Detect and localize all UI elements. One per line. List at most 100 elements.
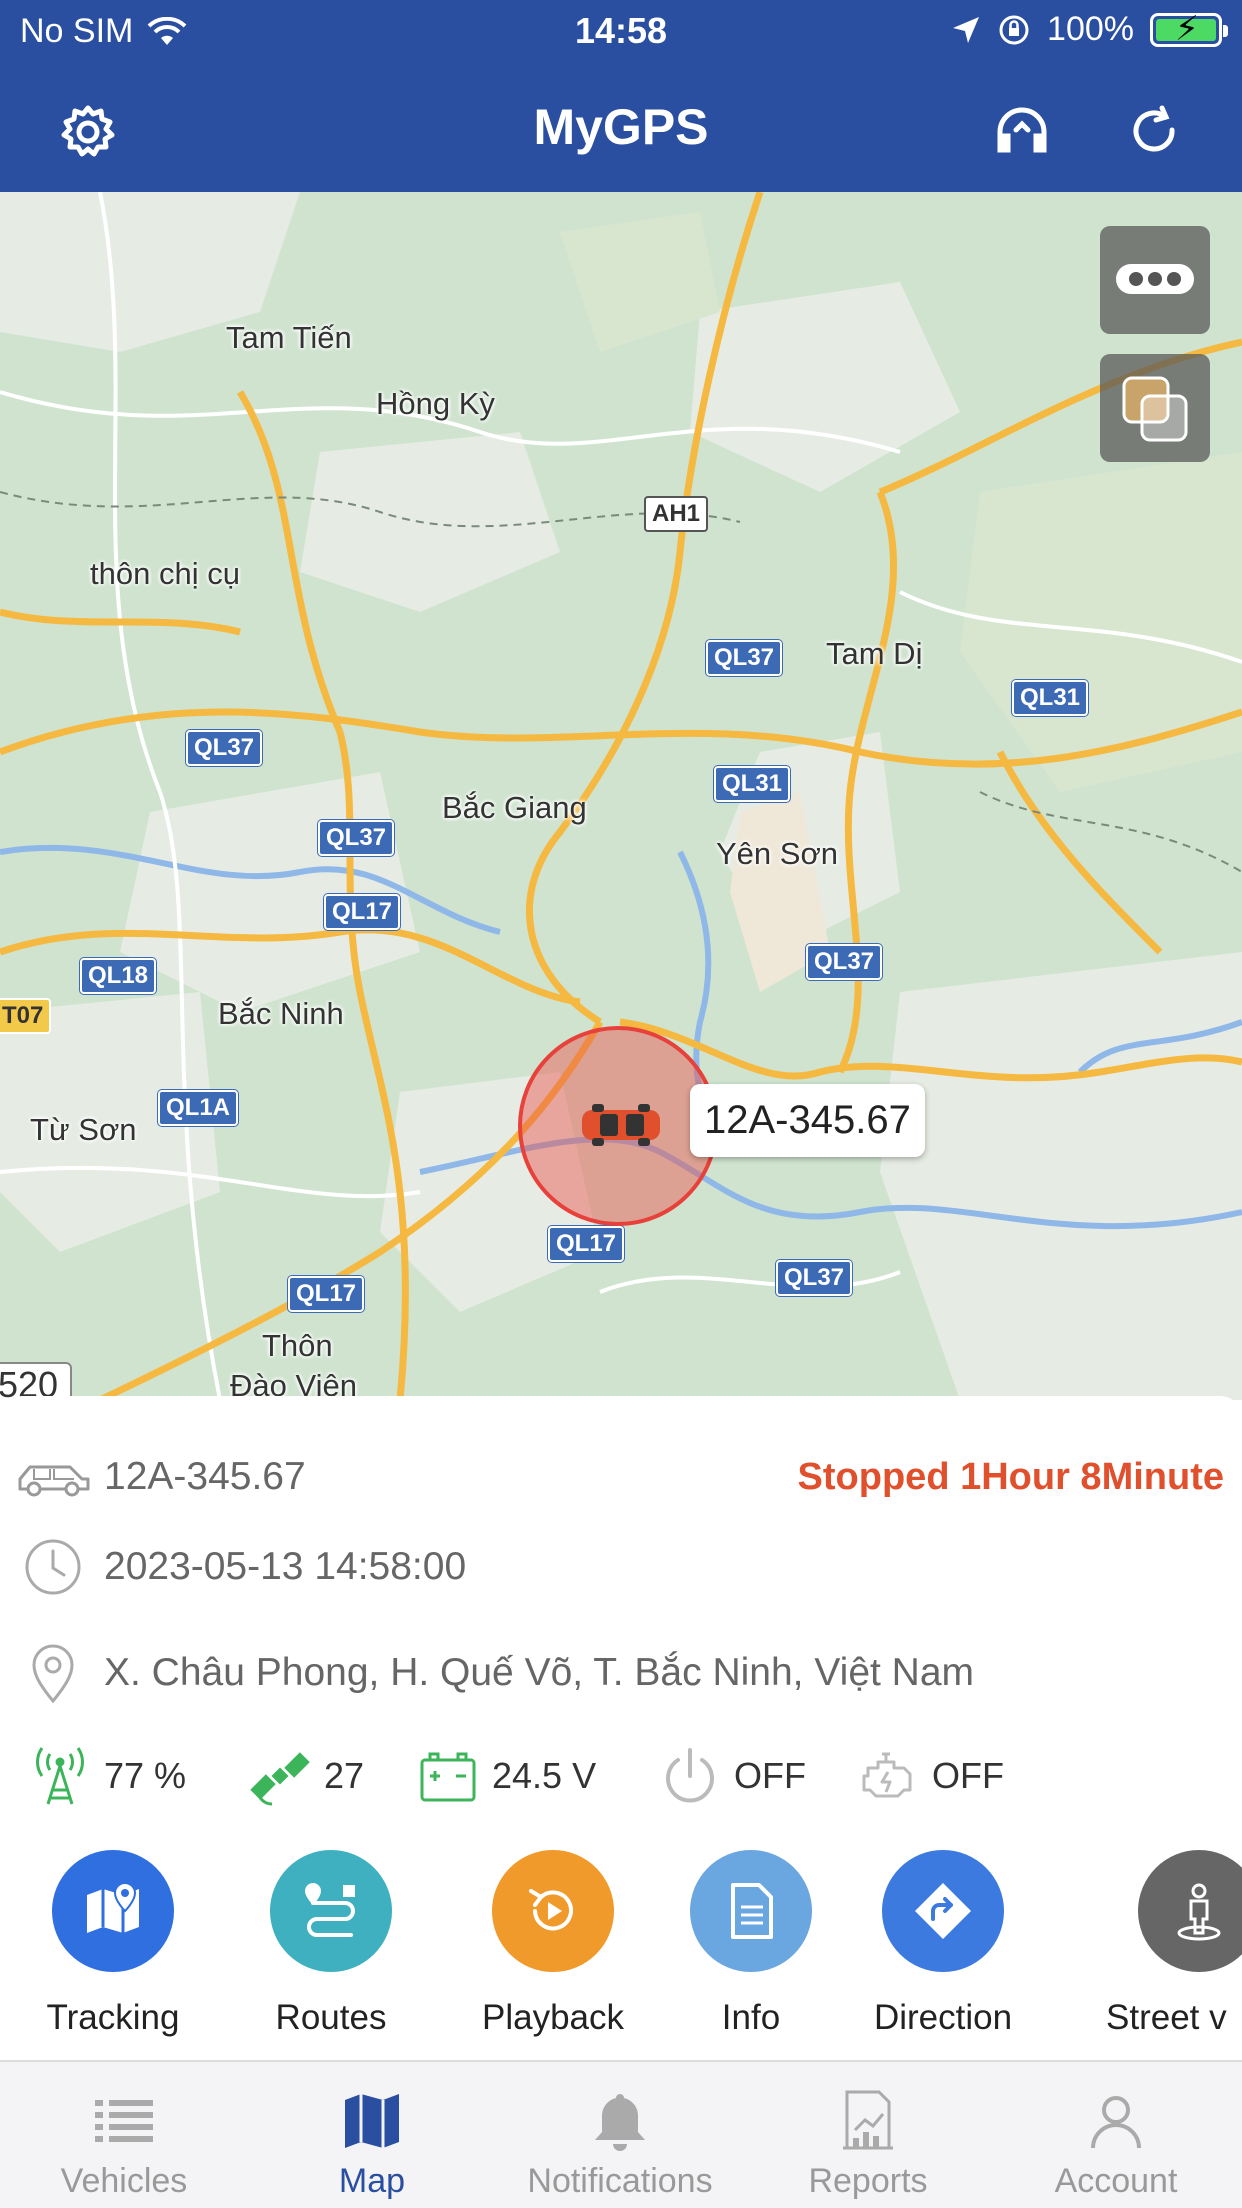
action-circle [492, 1850, 614, 1972]
battery-voltage-icon [420, 1752, 476, 1802]
address-row: X. Châu Phong, H. Quế Võ, T. Bắc Ninh, V… [0, 1638, 1242, 1708]
info-button[interactable]: Info [656, 1850, 846, 2038]
street-view-icon [1177, 1883, 1221, 1941]
action-circle [690, 1850, 812, 1972]
location-arrow-icon [953, 16, 980, 43]
tab-vehicles[interactable]: Vehicles [0, 2062, 248, 2208]
road-shield: QL17 [324, 894, 401, 930]
place-label: Hồng Kỳ [376, 386, 495, 421]
road-shield: AH1 [644, 496, 709, 532]
clock-icon [14, 1535, 92, 1599]
tab-label: Vehicles [60, 2162, 188, 2200]
address-text: X. Châu Phong, H. Quế Võ, T. Bắc Ninh, V… [104, 1651, 975, 1694]
power-status: OFF [734, 1755, 806, 1796]
map-pin-icon [87, 1881, 139, 1933]
battery-percent: 100% [1047, 10, 1134, 48]
tab-notifications[interactable]: Notifications [496, 2062, 744, 2208]
orientation-lock-icon [999, 15, 1029, 44]
plate-text: 12A-345.67 [104, 1455, 306, 1498]
place-label: Bắc Ninh [218, 996, 344, 1031]
action-circle [882, 1850, 1004, 1972]
action-label: Tracking [46, 1998, 180, 2037]
app-header: No SIM 14:58 100% ⚡ MyGPS [0, 0, 1242, 192]
voltage-metric: 24.5 V [418, 1736, 596, 1816]
road-shield: QL37 [706, 640, 783, 676]
action-label: Playback [481, 1998, 625, 2037]
refresh-button[interactable] [1122, 100, 1186, 164]
road-shield: QL31 [1012, 680, 1089, 716]
signal-tower-icon [35, 1747, 85, 1805]
vehicle-status-text: Stopped 1Hour 8Minute [797, 1455, 1224, 1498]
route-icon [305, 1883, 355, 1937]
metrics-row: 77 % 27 24.5 V OFF OFF [0, 1736, 1242, 1816]
map-view[interactable]: Tam Tiến Hồng Kỳ thôn chị cụ Tam Dị Bắc … [0, 192, 1242, 1400]
place-label: Bắc Giang [442, 790, 587, 825]
action-label: Direction [873, 1998, 1013, 2037]
action-circle [270, 1850, 392, 1972]
battery-icon: ⚡ [1150, 12, 1228, 47]
road-shield: QL17 [548, 1226, 625, 1262]
place-label: Từ Sơn [30, 1112, 137, 1147]
document-icon [731, 1883, 773, 1939]
direction-button[interactable]: Direction [848, 1850, 1038, 2038]
engine-icon [862, 1752, 912, 1798]
user-icon [1091, 2096, 1141, 2149]
tab-label: Map [338, 2162, 406, 2200]
signal-value: 77 % [104, 1755, 187, 1796]
map-scale: 520 [0, 1362, 72, 1400]
engine-status: OFF [932, 1755, 1004, 1796]
playback-button[interactable]: Playback [458, 1850, 648, 2038]
action-label: Street v [1106, 1998, 1227, 2037]
road-shield: QL37 [318, 820, 395, 856]
list-icon [95, 2100, 153, 2142]
tab-reports[interactable]: Reports [744, 2062, 992, 2208]
power-metric: OFF [660, 1736, 806, 1816]
support-button[interactable] [990, 100, 1054, 164]
road-shield: T07 [0, 998, 52, 1034]
app-title: MyGPS [533, 99, 709, 155]
tracking-button[interactable]: Tracking [18, 1850, 208, 2038]
action-buttons: Tracking Routes Playback Info Direction … [0, 1850, 1242, 2050]
street-view-button[interactable]: Street v [1096, 1850, 1242, 2038]
report-chart-icon [843, 2090, 893, 2150]
road-shield: QL1A [158, 1090, 239, 1126]
more-dots-icon [1116, 264, 1194, 294]
road-shield: QL17 [288, 1276, 365, 1312]
playback-icon [529, 1889, 573, 1931]
road-shield: QL18 [80, 958, 157, 994]
map-more-button[interactable] [1100, 226, 1210, 334]
place-label: Tam Tiến [226, 320, 352, 355]
action-label: Routes [275, 1998, 387, 2037]
road-shield: QL37 [776, 1260, 853, 1296]
tab-label: Account [1054, 2162, 1178, 2200]
tab-map[interactable]: Map [248, 2062, 496, 2208]
map-icon [345, 2094, 399, 2148]
datetime-text: 2023-05-13 14:58:00 [104, 1545, 467, 1588]
place-label: Thôn [262, 1328, 333, 1363]
car-marker-icon[interactable] [578, 1100, 664, 1150]
action-circle [52, 1850, 174, 1972]
action-label: Info [721, 1998, 781, 2037]
place-label: thôn chị cụ [90, 556, 240, 591]
road-shield: QL37 [806, 944, 883, 980]
vehicle-label[interactable]: 12A-345.67 [690, 1084, 925, 1157]
plate-row: 12A-345.67 Stopped 1Hour 8Minute [0, 1442, 1242, 1512]
tab-label: Reports [808, 2162, 928, 2200]
satellite-metric: 27 [250, 1736, 364, 1816]
road-shield: QL31 [714, 766, 791, 802]
tab-bar: Vehicles Map Notifications Reports Accou… [0, 2060, 1242, 2208]
refresh-icon [1133, 105, 1175, 152]
tab-account[interactable]: Account [992, 2062, 1240, 2208]
map-layers-button[interactable] [1100, 354, 1210, 462]
tab-label: Notifications [527, 2162, 713, 2200]
direction-icon [915, 1883, 971, 1939]
place-label: Tam Dị [826, 636, 923, 671]
voltage-value: 24.5 V [492, 1755, 597, 1796]
routes-button[interactable]: Routes [236, 1850, 426, 2038]
signal-metric: 77 % [30, 1736, 186, 1816]
satellite-count: 27 [324, 1755, 365, 1796]
status-bar: No SIM 14:58 100% ⚡ [0, 0, 1242, 62]
action-circle [1138, 1850, 1242, 1972]
car-icon [14, 1445, 92, 1509]
power-icon [666, 1748, 714, 1803]
